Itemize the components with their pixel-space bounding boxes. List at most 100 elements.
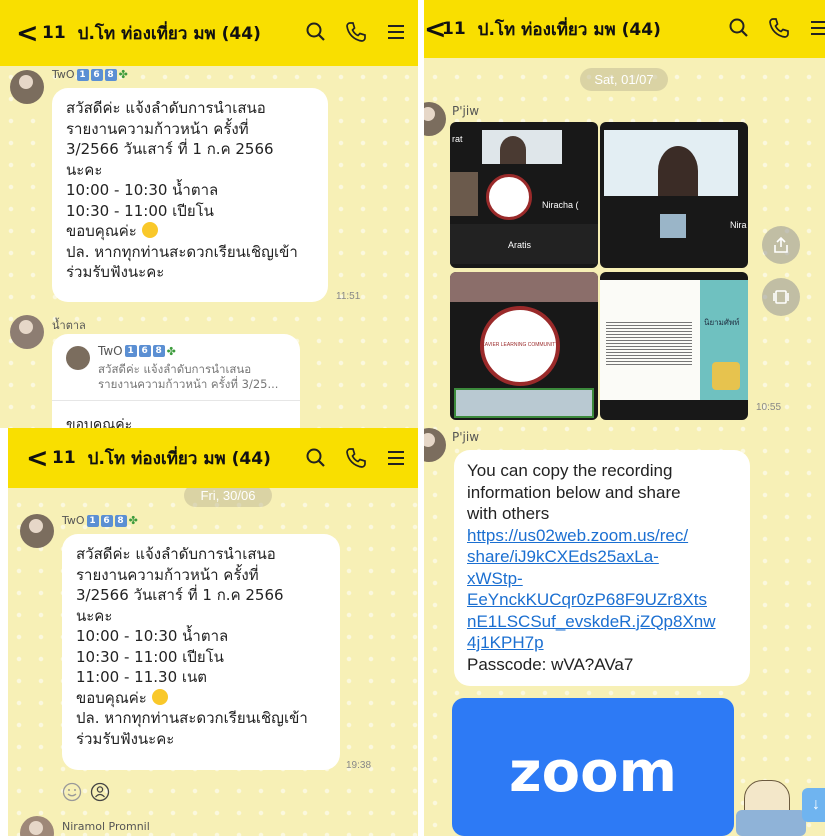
badge-digit: 1 (76, 68, 89, 81)
chat-screenshot-2: < 11 ป.โท ท่องเที่ยว มพ (44) Sat, 01/07 … (424, 0, 825, 836)
chat-header: < 11 ป.โท ท่องเที่ยว มพ (44) (424, 0, 825, 58)
scroll-down-icon[interactable]: ↓ (802, 788, 825, 822)
image-tile[interactable]: XAVIER LEARNING COMMUNITY (450, 272, 598, 420)
recording-link[interactable]: xWStp- (467, 568, 737, 590)
phone-icon[interactable] (344, 20, 368, 44)
recording-link[interactable]: https://us02web.zoom.us/rec/ (467, 525, 737, 547)
reaction-smile-icon[interactable] (62, 782, 82, 802)
person-figure (500, 136, 526, 164)
participant-name: Nira (730, 220, 747, 230)
back-chevron-icon[interactable]: < (16, 18, 39, 49)
participant-name: rat (452, 134, 463, 144)
message-time: 19:38 (346, 760, 372, 771)
passcode-text: Passcode: wVA?AVa7 (467, 654, 634, 674)
phone-icon[interactable] (344, 446, 368, 470)
badge-digit: 8 (104, 68, 117, 81)
badge-digit: 6 (90, 68, 103, 81)
message-line: 10:30 - 11:00 เปียโน (76, 647, 224, 666)
chat-title: ป.โท ท่องเที่ยว มพ (44) (77, 23, 261, 44)
menu-icon[interactable] (384, 20, 408, 44)
message-line: ขอบคุณค่ะ (76, 688, 326, 709)
unread-count: 11 (42, 23, 66, 43)
sender-name: Niramol Promnil (62, 820, 150, 833)
participant-name: Aratis (508, 240, 532, 250)
phone-icon[interactable] (767, 16, 791, 40)
unread-count: 11 (442, 19, 466, 39)
date-separator: Sat, 01/07 (580, 68, 668, 91)
seal-text: XAVIER LEARNING COMMUNITY (481, 342, 559, 348)
divider (52, 400, 300, 401)
message-line: รายงานความก้าวหน้า ครั้งที่ (66, 119, 249, 138)
avatar[interactable] (10, 315, 44, 349)
recording-link[interactable]: EeYnckKUCqr0zP68F9UZr8Xts (467, 589, 737, 611)
badge-digit: 8 (152, 345, 165, 357)
avatar[interactable] (20, 514, 54, 548)
search-icon[interactable] (727, 16, 751, 40)
message-time: 10:55 (756, 402, 782, 413)
quoted-line: สวัสดีค่ะ แจ้งลำดับการนำเสนอ (98, 362, 252, 376)
recording-link[interactable]: 4j1KPH7p (467, 632, 737, 654)
message-line: สวัสดีค่ะ แจ้งลำดับการนำเสนอ (66, 99, 266, 117)
message-line: นะคะ (66, 160, 103, 179)
message-line: with others (467, 504, 550, 523)
recording-link[interactable]: nE1LSCSuf_evskdeR.jZQp8Xnw (467, 611, 737, 633)
chat-screenshot-1: < 11 ป.โท ท่องเที่ยว มพ (44) TwO 1 6 8 ✤… (0, 0, 418, 428)
zoom-logo-card[interactable]: zoom (452, 698, 734, 836)
quoted-message: สวัสดีค่ะ แจ้งลำดับการนำเสนอ รายงานความก… (98, 362, 278, 392)
message-bubble[interactable]: สวัสดีค่ะ แจ้งลำดับการนำเสนอ รายงานความก… (52, 88, 328, 302)
avatar[interactable] (20, 816, 54, 836)
message-line: ปล. หากทุกท่านสะดวกเรียนเชิญเข้า (76, 709, 308, 727)
avatar[interactable] (424, 428, 446, 462)
message-line: 10:00 - 10:30 น้ำตาล (76, 627, 229, 645)
message-line: 10:00 - 10:30 น้ำตาล (66, 181, 219, 199)
chat-screenshot-3: Fri, 30/06 < 11 ป.โท ท่องเที่ยว มพ (44) … (8, 428, 418, 836)
back-chevron-icon[interactable]: < (26, 443, 49, 474)
message-line: ขอบคุณค่ะ (66, 221, 314, 242)
menu-icon[interactable] (384, 446, 408, 470)
message-line: You can copy the recording (467, 461, 673, 480)
image-tile[interactable]: rat Niracha ( Aratis (450, 122, 598, 268)
message-line: information below and share (467, 482, 681, 502)
badge-digit: 6 (138, 345, 151, 357)
search-icon[interactable] (304, 446, 328, 470)
slide-caption: นิยามศัพท์ (704, 318, 740, 327)
badge-digit: 1 (86, 514, 99, 527)
message-line: 11:00 - 11.30 เนต (76, 668, 208, 686)
message-line: 3/2566 วันเสาร์ ที่ 1 ก.ค 2566 (76, 586, 284, 604)
reply-text: ขอบคุณค่ะ (66, 417, 133, 428)
badge-digit: 6 (100, 514, 113, 527)
chat-title: ป.โท ท่องเที่ยว มพ (44) (87, 448, 271, 469)
album-icon[interactable] (762, 278, 800, 316)
message-bubble[interactable]: You can copy the recording information b… (454, 450, 750, 686)
back-chevron-icon[interactable]: < (424, 14, 447, 45)
recording-link[interactable]: share/iJ9kCXEds25axLa- (467, 546, 737, 568)
quoted-sender: TwO 1 6 8 ✤ (98, 344, 176, 358)
message-bubble[interactable]: สวัสดีค่ะ แจ้งลำดับการนำเสนอ รายงานความก… (62, 534, 340, 770)
message-line: ร่วมรับฟังนะคะ (76, 729, 175, 748)
chat-header: < 11 ป.โท ท่องเที่ยว มพ (44) (0, 0, 418, 66)
smile-emoji-icon (151, 688, 168, 705)
avatar[interactable] (10, 70, 44, 104)
message-line: 10:30 - 11:00 เปียโน (66, 201, 214, 220)
video-feed (660, 214, 686, 238)
share-person-icon[interactable] (90, 782, 110, 802)
clover-icon: ✤ (118, 68, 128, 81)
search-icon[interactable] (304, 20, 328, 44)
sender-name: TwO 1 6 8 ✤ (62, 514, 138, 527)
avatar[interactable] (424, 102, 446, 136)
clover-icon: ✤ (166, 344, 176, 358)
sender-name: TwO 1 6 8 ✤ (52, 68, 128, 81)
sender-name: P'jiw (452, 430, 480, 444)
sender-name: น้ำตาล (52, 319, 86, 332)
message-line: นะคะ (76, 606, 113, 625)
message-line: ปล. หากทุกท่านสะดวกเรียนเชิญเข้า (66, 242, 298, 261)
quoted-avatar (66, 346, 90, 370)
message-line: 3/2566 วันเสาร์ ที่ 1 ก.ค 2566 (66, 140, 274, 158)
image-grid[interactable]: rat Niracha ( Aratis Nira XAVIER LEARNIN… (450, 122, 748, 420)
sender-name: P'jiw (452, 104, 480, 118)
image-tile[interactable]: นิยามศัพท์ (600, 272, 748, 420)
menu-icon[interactable] (807, 16, 825, 40)
share-icon[interactable] (762, 226, 800, 264)
image-tile[interactable]: Nira (600, 122, 748, 268)
reply-bubble[interactable]: TwO 1 6 8 ✤ สวัสดีค่ะ แจ้งลำดับการนำเสนอ… (52, 334, 300, 428)
